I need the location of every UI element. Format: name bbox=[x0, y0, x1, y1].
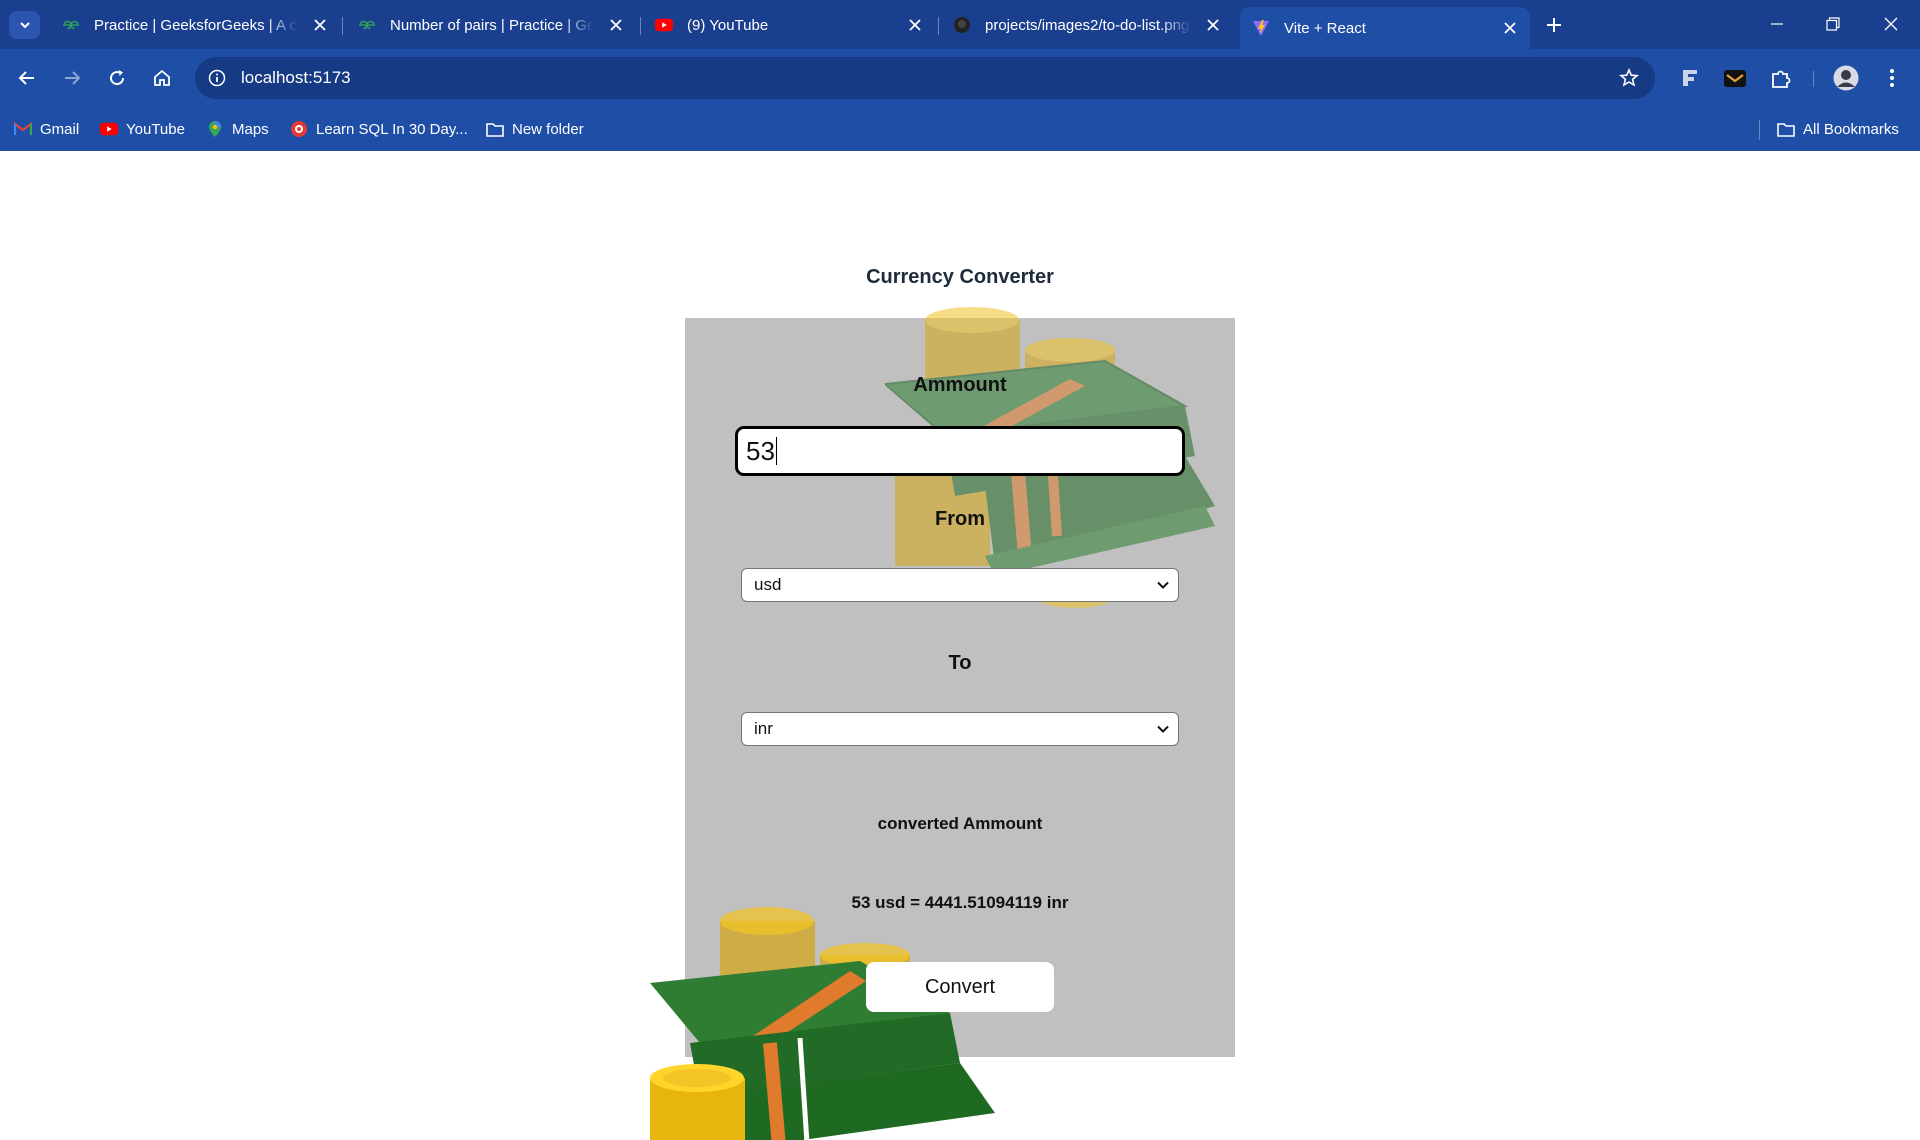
chevron-down-icon bbox=[19, 22, 30, 29]
page-viewport: Currency Converter Ammount 53 From usd T… bbox=[0, 151, 1920, 1140]
minimize-icon bbox=[1771, 23, 1783, 25]
bookmark-star-icon[interactable] bbox=[1618, 68, 1640, 88]
conversion-result: 53 usd = 4441.51094119 inr bbox=[851, 893, 1069, 912]
bookmark-learn-sql[interactable]: Learn SQL In 30 Day... bbox=[290, 117, 468, 141]
tab-strip: Practice | GeeksforGeeks | A computer sc… bbox=[0, 0, 1920, 49]
close-icon bbox=[1884, 17, 1898, 31]
money-stack-illustration bbox=[650, 907, 995, 1140]
close-tab-icon[interactable] bbox=[905, 15, 925, 35]
convert-button[interactable]: Convert bbox=[866, 962, 1054, 1012]
maps-icon bbox=[206, 120, 224, 138]
bookmark-label: YouTube bbox=[126, 120, 185, 138]
browser-menu-icon[interactable] bbox=[1877, 63, 1907, 93]
tab-title: Practice | GeeksforGeeks | A computer sc… bbox=[94, 16, 298, 34]
minimize-button[interactable] bbox=[1748, 6, 1806, 42]
close-tab-icon[interactable] bbox=[1500, 18, 1520, 38]
tab-title: Number of pairs | Practice | GeeksforGee… bbox=[390, 16, 594, 34]
github-icon bbox=[953, 16, 971, 34]
folder-icon bbox=[486, 120, 504, 138]
tab-title: projects/images2/to-do-list.png bbox=[985, 16, 1190, 34]
bookmarks-bar: Gmail YouTube Maps Learn SQL In 30 Day..… bbox=[0, 108, 1920, 151]
profile-avatar-icon[interactable] bbox=[1831, 63, 1861, 93]
tab-separator bbox=[640, 17, 641, 35]
url-text: localhost:5173 bbox=[241, 68, 351, 87]
toolbar-divider bbox=[1813, 71, 1814, 87]
converter-card: Ammount 53 From usd To inr converted Amm… bbox=[650, 307, 1235, 1140]
bookmark-maps[interactable]: Maps bbox=[206, 117, 269, 141]
from-currency-value: usd bbox=[754, 575, 782, 594]
extensions-puzzle-icon[interactable] bbox=[1766, 63, 1796, 93]
plus-icon bbox=[1547, 18, 1561, 32]
forward-button[interactable] bbox=[56, 62, 88, 94]
amount-label: Ammount bbox=[913, 374, 1007, 396]
all-bookmarks-label: All Bookmarks bbox=[1803, 120, 1899, 138]
bookmark-gmail[interactable]: Gmail bbox=[14, 117, 79, 141]
back-button[interactable] bbox=[11, 62, 43, 94]
app-title: Currency Converter bbox=[866, 266, 1054, 288]
chevron-down-icon bbox=[1157, 581, 1169, 589]
geeksforgeeks-icon bbox=[358, 16, 376, 34]
from-label: From bbox=[935, 508, 985, 530]
arrow-left-icon bbox=[18, 71, 34, 85]
close-window-button[interactable] bbox=[1862, 6, 1920, 42]
tab-youtube[interactable]: (9) YouTube bbox=[643, 7, 935, 43]
extension-mask-icon[interactable] bbox=[1720, 63, 1750, 93]
gmail-icon bbox=[14, 120, 32, 138]
tab-number-of-pairs[interactable]: Number of pairs | Practice | GeeksforGee… bbox=[346, 7, 636, 43]
all-bookmarks-button[interactable]: All Bookmarks bbox=[1777, 117, 1899, 141]
amount-value: 53 bbox=[746, 435, 775, 466]
new-tab-button[interactable] bbox=[1541, 12, 1567, 38]
reload-button[interactable] bbox=[101, 62, 133, 94]
site-info-icon[interactable] bbox=[207, 68, 227, 88]
close-tab-icon[interactable] bbox=[310, 15, 330, 35]
arrow-right-icon bbox=[65, 71, 81, 85]
address-bar[interactable]: localhost:5173 bbox=[195, 57, 1655, 99]
home-icon bbox=[154, 69, 170, 86]
reload-icon bbox=[110, 70, 125, 86]
converted-amount-label: converted Ammount bbox=[877, 814, 1043, 833]
folder-icon bbox=[1777, 120, 1795, 138]
to-currency-value: inr bbox=[754, 719, 773, 738]
from-currency-select[interactable]: usd bbox=[741, 568, 1179, 602]
home-button[interactable] bbox=[146, 62, 178, 94]
chevron-down-icon bbox=[1157, 725, 1169, 733]
restore-icon bbox=[1826, 17, 1840, 31]
to-currency-select[interactable]: inr bbox=[741, 712, 1179, 746]
bookmark-new-folder[interactable]: New folder bbox=[486, 117, 584, 141]
browser-toolbar: localhost:5173 bbox=[0, 49, 1920, 108]
tab-title: Vite + React bbox=[1284, 19, 1366, 37]
tab-separator bbox=[342, 17, 343, 35]
youtube-icon bbox=[100, 120, 118, 138]
tab-github-project[interactable]: projects/images2/to-do-list.png bbox=[941, 7, 1233, 43]
bookmark-label: Maps bbox=[232, 120, 269, 138]
bookmark-youtube[interactable]: YouTube bbox=[100, 117, 185, 141]
extension-f-icon[interactable] bbox=[1675, 63, 1705, 93]
tab-vite-react[interactable]: Vite + React bbox=[1240, 7, 1530, 49]
amount-input[interactable]: 53 bbox=[735, 426, 1185, 476]
restore-button[interactable] bbox=[1804, 6, 1862, 42]
tab-geeksforgeeks-practice[interactable]: Practice | GeeksforGeeks | A computer sc… bbox=[50, 7, 340, 43]
vite-icon bbox=[1252, 19, 1270, 37]
bookmark-label: Gmail bbox=[40, 120, 80, 138]
close-tab-icon[interactable] bbox=[606, 15, 626, 35]
bookmark-label: Learn SQL In 30 Day... bbox=[316, 120, 468, 138]
tab-search-button[interactable] bbox=[9, 11, 40, 39]
youtube-icon bbox=[655, 16, 673, 34]
bookmarks-divider bbox=[1759, 120, 1760, 140]
text-caret bbox=[775, 437, 777, 465]
close-tab-icon[interactable] bbox=[1203, 15, 1223, 35]
tab-title: (9) YouTube bbox=[687, 16, 769, 34]
geeksforgeeks-icon bbox=[62, 16, 80, 34]
to-label: To bbox=[948, 652, 972, 674]
bookmark-label: New folder bbox=[512, 120, 584, 138]
tab-separator bbox=[938, 17, 939, 35]
sql-icon bbox=[290, 120, 308, 138]
